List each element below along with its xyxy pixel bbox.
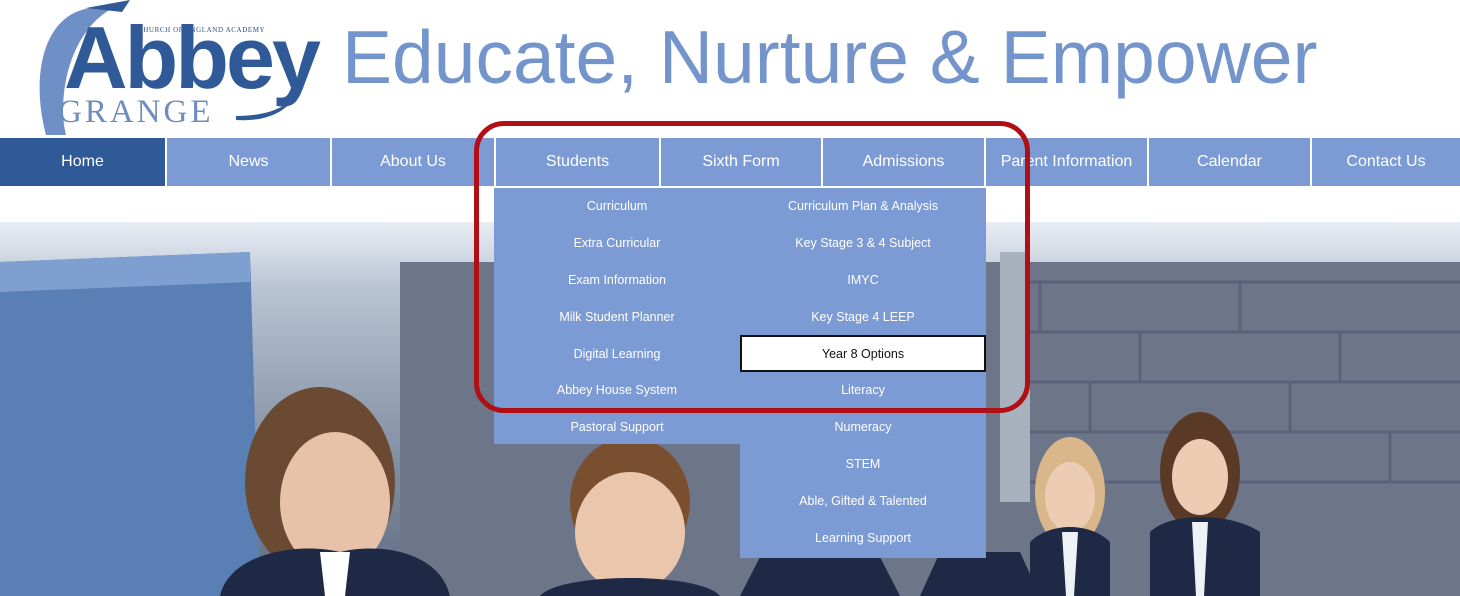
submenu-item-curriculum-plan[interactable]: Curriculum Plan & Analysis <box>740 188 986 225</box>
nav-item-sixth-form[interactable]: Sixth Form <box>661 138 821 186</box>
menu-item-abbey-house-system[interactable]: Abbey House System <box>494 372 740 409</box>
menu-item-digital-learning[interactable]: Digital Learning <box>494 335 740 372</box>
nav-item-news[interactable]: News <box>167 138 330 186</box>
logo-name: Abbey <box>64 8 321 107</box>
nav-item-about-us[interactable]: About Us <box>332 138 494 186</box>
site-tagline: Educate, Nurture & Empower <box>342 15 1318 99</box>
submenu-item-able-gifted-talented[interactable]: Able, Gifted & Talented <box>740 482 986 519</box>
nav-item-parent-information[interactable]: Parent Information <box>986 138 1147 186</box>
menu-item-curriculum[interactable]: Curriculum <box>494 188 740 225</box>
students-dropdown: Curriculum Extra Curricular Exam Informa… <box>494 188 740 444</box>
nav-item-home[interactable]: Home <box>0 138 165 186</box>
nav-item-calendar[interactable]: Calendar <box>1149 138 1310 186</box>
nav-item-contact-us[interactable]: Contact Us <box>1312 138 1460 186</box>
submenu-item-numeracy[interactable]: Numeracy <box>740 409 986 446</box>
submenu-item-key-stage-3-4[interactable]: Key Stage 3 & 4 Subject <box>740 225 986 262</box>
submenu-item-literacy[interactable]: Literacy <box>740 372 986 409</box>
nav-item-admissions[interactable]: Admissions <box>823 138 984 186</box>
submenu-item-imyc[interactable]: IMYC <box>740 262 986 299</box>
submenu-item-learning-support[interactable]: Learning Support <box>740 519 986 556</box>
menu-item-exam-information[interactable]: Exam Information <box>494 262 740 299</box>
logo-sub: GRANGE <box>58 94 214 130</box>
submenu-item-year-8-options[interactable]: Year 8 Options <box>740 335 986 372</box>
nav-item-students[interactable]: Students <box>496 138 659 186</box>
school-logo[interactable]: CHURCH OF ENGLAND ACADEMY Abbey GRANGE <box>26 0 321 135</box>
site-header: CHURCH OF ENGLAND ACADEMY Abbey GRANGE E… <box>0 0 1460 135</box>
menu-item-extra-curricular[interactable]: Extra Curricular <box>494 225 740 262</box>
menu-item-pastoral-support[interactable]: Pastoral Support <box>494 409 740 446</box>
curriculum-submenu: Curriculum Plan & Analysis Key Stage 3 &… <box>740 188 986 558</box>
submenu-item-key-stage-4-leep[interactable]: Key Stage 4 LEEP <box>740 298 986 335</box>
menu-item-milk-student-planner[interactable]: Milk Student Planner <box>494 298 740 335</box>
submenu-item-stem[interactable]: STEM <box>740 446 986 483</box>
main-nav: Home News About Us Students Sixth Form A… <box>0 138 1460 186</box>
